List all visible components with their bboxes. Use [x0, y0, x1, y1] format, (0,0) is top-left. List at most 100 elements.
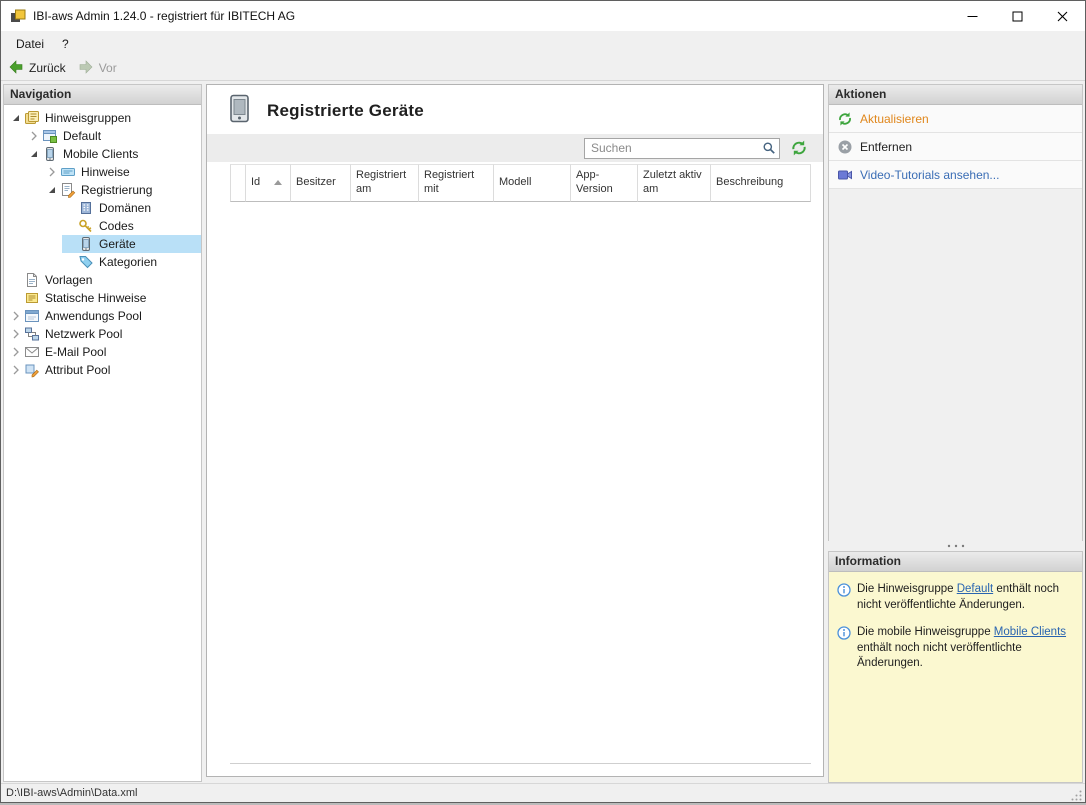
table-header-row: Id Besitzer Registriert am Registriert m…	[230, 164, 811, 202]
tree-item-label: Vorlagen	[45, 273, 93, 287]
menu-help[interactable]: ?	[53, 33, 78, 55]
tree-item-label: E-Mail Pool	[45, 345, 107, 359]
note-prefix: Die mobile Hinweisgruppe	[857, 626, 994, 639]
templates-icon	[24, 272, 42, 288]
column-header-zuletzt-aktiv[interactable]: Zuletzt aktiv am	[638, 164, 711, 202]
tree-item-statische-hinweise[interactable]: Statische Hinweise	[8, 289, 201, 307]
maximize-icon[interactable]	[995, 1, 1040, 31]
chevron-none	[8, 290, 24, 306]
tree-item-hinweisgruppen[interactable]: Hinweisgruppen	[8, 109, 201, 127]
mobile-device-icon	[228, 94, 252, 127]
hint-groups-icon	[24, 110, 42, 126]
tree-item-label: Mobile Clients	[63, 147, 139, 161]
tree-item-hinweise[interactable]: Hinweise	[44, 163, 201, 181]
chevron-down-icon[interactable]	[8, 110, 24, 126]
link-default-group[interactable]: Default	[957, 583, 993, 595]
menu-datei[interactable]: Datei	[7, 33, 53, 55]
minimize-icon[interactable]	[950, 1, 995, 31]
refresh-list-icon[interactable]	[788, 137, 810, 159]
tree-item-anwendungs-pool[interactable]: Anwendungs Pool	[8, 307, 201, 325]
column-header-registriert-mit[interactable]: Registriert mit	[419, 164, 494, 202]
chevron-none	[62, 218, 78, 234]
tree-item-label: Default	[63, 129, 102, 143]
app-icon	[10, 8, 26, 24]
tree-item-email-pool[interactable]: E-Mail Pool	[8, 343, 201, 361]
action-aktualisieren[interactable]: Aktualisieren	[829, 105, 1082, 133]
tree-item-label: Statische Hinweise	[45, 291, 147, 305]
tree-item-netzwerk-pool[interactable]: Netzwerk Pool	[8, 325, 201, 343]
actions-header: Aktionen	[829, 85, 1082, 105]
toolbar: Zurück Vor	[1, 56, 1085, 81]
tree-item-geraete[interactable]: Geräte	[62, 235, 201, 253]
attribute-pool-icon	[24, 362, 42, 378]
chevron-down-icon[interactable]	[44, 182, 60, 198]
info-note-text: Die mobile Hinweisgruppe Mobile Clients …	[857, 625, 1074, 672]
panel-splitter[interactable]	[828, 541, 1083, 551]
column-header-id[interactable]: Id	[246, 164, 291, 202]
network-pool-icon	[24, 326, 42, 342]
chevron-right-icon[interactable]	[8, 344, 24, 360]
tree-item-label: Attribut Pool	[45, 363, 111, 377]
search-strip	[207, 134, 823, 162]
action-video-tutorials[interactable]: Video-Tutorials ansehen...	[829, 161, 1082, 189]
chevron-right-icon[interactable]	[8, 308, 24, 324]
actions-panel: Aktionen Aktualisieren Entfernen Video-T…	[828, 84, 1083, 541]
tree-item-domaenen[interactable]: Domänen	[62, 199, 201, 217]
tree-item-label: Kategorien	[99, 255, 158, 269]
column-header-selector[interactable]	[230, 164, 246, 202]
tree-item-registrierung[interactable]: Registrierung	[44, 181, 201, 199]
column-header-besitzer[interactable]: Besitzer	[291, 164, 351, 202]
column-header-app-version[interactable]: App-Version	[571, 164, 638, 202]
data-file-path: D:\IBI-aws\Admin\Data.xml	[6, 787, 138, 799]
column-header-modell[interactable]: Modell	[494, 164, 571, 202]
tree-item-label: Registrierung	[81, 183, 153, 197]
search-input[interactable]	[584, 137, 780, 159]
chevron-right-icon[interactable]	[8, 326, 24, 342]
sort-asc-icon	[274, 176, 283, 190]
status-bar: D:\IBI-aws\Admin\Data.xml	[1, 783, 1085, 802]
back-button-label: Zurück	[29, 61, 66, 75]
back-arrow-icon	[8, 59, 24, 78]
window-title: IBI-aws Admin 1.24.0 - registriert für I…	[33, 9, 296, 23]
link-mobile-clients-group[interactable]: Mobile Clients	[994, 626, 1066, 638]
navigation-panel: Navigation Hinweisgruppen Default Mobile…	[3, 84, 202, 782]
chevron-none	[8, 272, 24, 288]
devices-icon	[78, 236, 96, 252]
chevron-none	[62, 236, 78, 252]
info-icon	[837, 626, 851, 672]
menu-bar: Datei ?	[1, 31, 1085, 56]
tree-item-codes[interactable]: Codes	[62, 217, 201, 235]
tree-item-default[interactable]: Default	[26, 127, 201, 145]
forward-arrow-icon	[78, 59, 94, 78]
action-entfernen[interactable]: Entfernen	[829, 133, 1082, 161]
info-note-default: Die Hinweisgruppe Default enthält noch n…	[837, 582, 1074, 613]
tree-item-vorlagen[interactable]: Vorlagen	[8, 271, 201, 289]
domains-icon	[78, 200, 96, 216]
forward-button[interactable]: Vor	[78, 59, 117, 78]
remove-icon	[837, 139, 853, 155]
information-header: Information	[829, 552, 1082, 572]
tree-item-attribut-pool[interactable]: Attribut Pool	[8, 361, 201, 379]
close-icon[interactable]	[1040, 1, 1085, 31]
tree-item-label: Netzwerk Pool	[45, 327, 123, 341]
tree-item-mobile-clients[interactable]: Mobile Clients	[26, 145, 201, 163]
chevron-right-icon[interactable]	[44, 164, 60, 180]
column-header-registriert-am[interactable]: Registriert am	[351, 164, 419, 202]
tree-item-label: Domänen	[99, 201, 152, 215]
back-button[interactable]: Zurück	[8, 59, 66, 78]
chevron-right-icon[interactable]	[8, 362, 24, 378]
chevron-down-icon[interactable]	[26, 146, 42, 162]
action-label: Entfernen	[860, 139, 913, 154]
registration-icon	[60, 182, 78, 198]
resize-grip-icon[interactable]	[1070, 789, 1083, 802]
video-icon	[837, 167, 853, 183]
note-suffix: enthält noch nicht veröffentlichte Änder…	[857, 641, 1022, 670]
hints-icon	[60, 164, 78, 180]
search-icon[interactable]	[762, 141, 776, 158]
applications-pool-icon	[24, 308, 42, 324]
column-header-beschreibung[interactable]: Beschreibung	[711, 164, 811, 202]
right-panel: Aktionen Aktualisieren Entfernen Video-T…	[828, 84, 1083, 783]
tree-item-kategorien[interactable]: Kategorien	[62, 253, 201, 271]
note-prefix: Die Hinweisgruppe	[857, 583, 957, 595]
chevron-right-icon[interactable]	[26, 128, 42, 144]
